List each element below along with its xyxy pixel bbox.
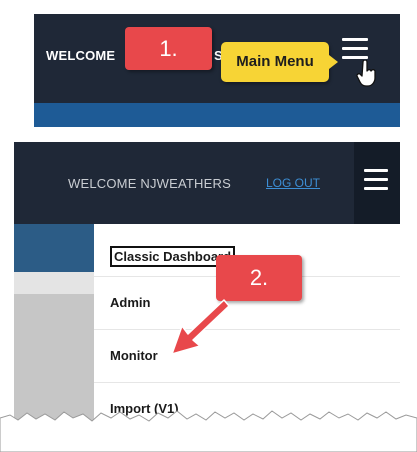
menu-button[interactable] bbox=[354, 142, 400, 224]
page-banner bbox=[14, 224, 94, 272]
main-menu-tooltip: Main Menu bbox=[221, 42, 338, 82]
hamburger-menu-icon bbox=[364, 169, 388, 193]
menu-item-label: Monitor bbox=[110, 348, 158, 363]
menu-item-monitor[interactable]: Monitor bbox=[94, 330, 400, 383]
accent-band bbox=[34, 103, 400, 127]
logout-link[interactable]: LOG OUT bbox=[266, 176, 320, 190]
hamburger-menu-icon[interactable] bbox=[342, 38, 368, 62]
torn-edge bbox=[0, 410, 417, 452]
welcome-text: WELCOME NJWEATHERS bbox=[68, 176, 231, 191]
top-header-bar: WELCOME S bbox=[34, 14, 400, 127]
red-arrow-icon bbox=[171, 299, 230, 355]
welcome-text: WELCOME bbox=[46, 48, 116, 63]
page-strip bbox=[14, 272, 94, 294]
hand-pointer-icon bbox=[356, 60, 376, 87]
header-bar: WELCOME NJWEATHERS LOG OUT bbox=[14, 142, 400, 224]
menu-item-label: Admin bbox=[110, 295, 151, 310]
step-1-callout: 1. bbox=[125, 27, 212, 70]
